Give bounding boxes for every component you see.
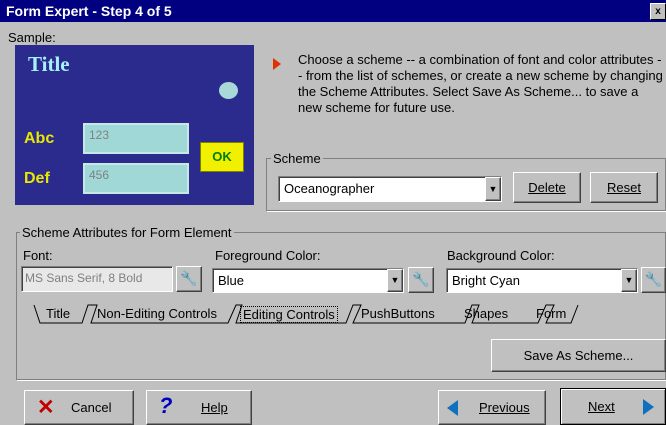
font-field: MS Sans Serif, 8 Bold — [21, 266, 173, 292]
reset-button-label: Reset — [607, 180, 641, 195]
scheme-select-value: Oceanographer — [284, 181, 375, 196]
pointer-arrow-icon — [273, 58, 281, 70]
help-button[interactable]: ? Help — [146, 390, 252, 425]
background-color-select[interactable]: Bright Cyan ▼ — [446, 268, 638, 293]
next-label: Next — [588, 399, 615, 414]
background-wrench-button[interactable]: 🔧 — [641, 267, 666, 293]
scheme-group-label: Scheme — [271, 151, 323, 166]
sample-ok-button: OK — [200, 142, 244, 172]
chevron-down-icon[interactable]: ▼ — [621, 269, 637, 292]
arrow-left-icon — [447, 400, 458, 416]
cancel-x-icon: ✕ — [37, 396, 55, 419]
scheme-select[interactable]: Oceanographer ▼ — [278, 176, 502, 202]
previous-label: Previous — [479, 400, 530, 415]
reset-button[interactable]: Reset — [590, 172, 658, 203]
background-color-label: Background Color: — [447, 248, 555, 263]
tab-pushbuttons[interactable]: PushButtons — [361, 306, 435, 321]
sample-preview: Title Abc 123 Def 456 OK — [15, 45, 254, 205]
cancel-label: Cancel — [71, 400, 112, 415]
sample-def-field: 456 — [83, 163, 189, 194]
font-wrench-button[interactable]: 🔧 — [176, 266, 202, 292]
window-title: Form Expert - Step 4 of 5 — [6, 3, 172, 19]
foreground-color-select[interactable]: Blue ▼ — [212, 268, 404, 293]
foreground-color-label-text: Foreground Color: — [215, 248, 321, 263]
background-color-value: Bright Cyan — [452, 273, 520, 288]
delete-button[interactable]: Delete — [513, 172, 581, 203]
help-label: Help — [201, 400, 228, 415]
wrench-icon: 🔧 — [644, 271, 663, 287]
wrench-icon: 🔧 — [180, 270, 198, 286]
instructions-text: Choose a scheme -- a combination of font… — [298, 52, 663, 115]
sample-abc-field: 123 — [83, 123, 189, 154]
sample-label: Sample: — [8, 30, 56, 45]
close-icon: x — [655, 6, 661, 17]
foreground-wrench-button[interactable]: 🔧 — [408, 267, 434, 293]
scheme-attributes-label: Scheme Attributes for Form Element — [20, 225, 234, 240]
foreground-color-label: Foreground Color: — [215, 248, 321, 263]
next-button[interactable]: Next — [560, 388, 666, 425]
tab-shapes[interactable]: Shapes — [464, 306, 508, 321]
sample-shape-circle — [219, 82, 238, 99]
arrow-right-icon — [643, 399, 654, 415]
tab-form[interactable]: Form — [536, 306, 566, 321]
cancel-button[interactable]: ✕ Cancel — [24, 390, 134, 425]
sample-def-label: Def — [24, 170, 50, 187]
help-question-icon: ? — [159, 393, 173, 418]
save-as-scheme-button[interactable]: Save As Scheme... — [491, 339, 666, 372]
font-label: Font: — [23, 248, 53, 263]
tab-title[interactable]: Title — [46, 306, 70, 321]
title-bar: Form Expert - Step 4 of 5 x — [0, 0, 666, 22]
foreground-color-value: Blue — [218, 273, 245, 288]
wrench-icon: 🔧 — [412, 271, 430, 287]
previous-button[interactable]: Previous — [438, 390, 546, 425]
close-button[interactable]: x — [650, 3, 666, 20]
tab-editing-controls[interactable]: Editing Controls — [240, 306, 338, 323]
background-color-label-text: Background Color: — [447, 248, 555, 263]
tab-non-editing-controls[interactable]: Non-Editing Controls — [97, 306, 217, 321]
chevron-down-icon[interactable]: ▼ — [485, 177, 501, 201]
chevron-down-icon[interactable]: ▼ — [387, 269, 403, 292]
delete-button-label: Delete — [528, 180, 566, 195]
sample-title: Title — [28, 52, 70, 76]
sample-abc-label: Abc — [24, 130, 55, 147]
